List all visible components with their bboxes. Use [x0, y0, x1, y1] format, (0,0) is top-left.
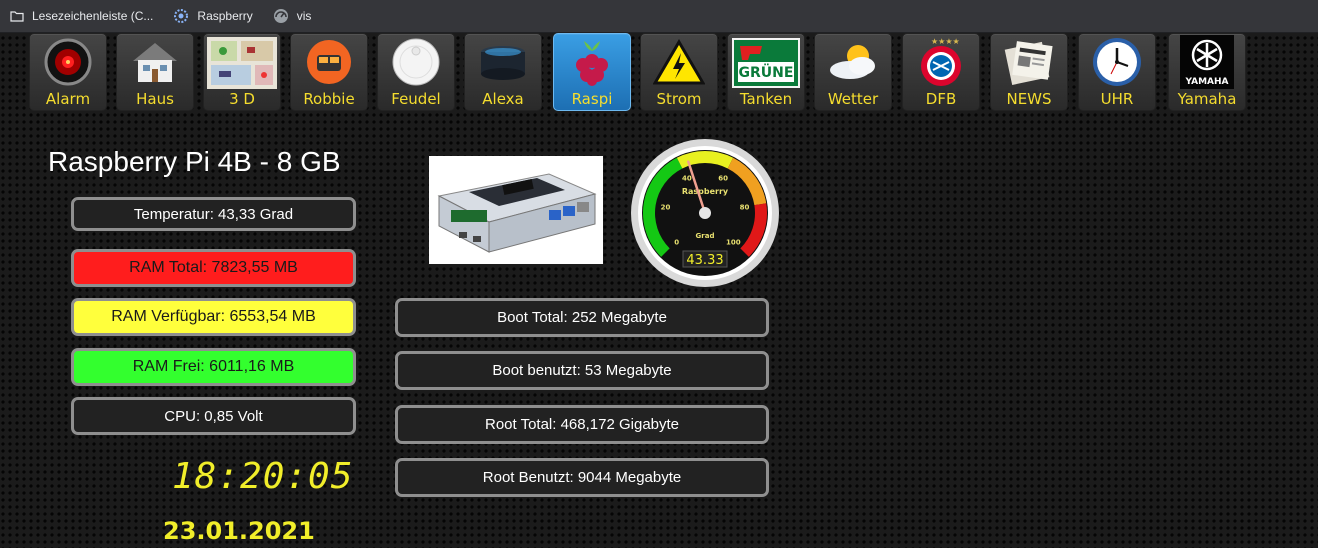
bookmark-label: Lesezeichenleiste (C...: [32, 9, 154, 23]
bookmark-label: Raspberry: [197, 9, 253, 23]
folder-icon: [10, 10, 24, 22]
gear-icon: [173, 8, 189, 24]
root-used-box: Root Benutzt: 9044 Megabyte: [395, 458, 769, 497]
fc-bayern-icon: ★★★★: [914, 37, 968, 87]
gauge-tick-label: 80: [740, 204, 750, 212]
nav-feudel-button[interactable]: Feudel: [377, 33, 455, 111]
root-total-box: Root Total: 468,172 Gigabyte: [395, 405, 769, 444]
nav-3d-button[interactable]: 3 D: [203, 33, 281, 111]
boot-total-box: Boot Total: 252 Megabyte: [395, 298, 769, 337]
nav-uhr-button[interactable]: UHR: [1078, 33, 1156, 111]
ram-available-box: RAM Verfügbar: 6553,54 MB: [71, 298, 356, 336]
warning-bolt-icon: [652, 37, 706, 87]
gauge-tick-label: 60: [718, 174, 728, 182]
nav-label: 3 D: [229, 90, 255, 108]
vis-icon: [273, 8, 289, 24]
nav-label: Yamaha: [1177, 90, 1237, 108]
nav-label: Robbie: [303, 90, 355, 108]
svg-text:★★★★: ★★★★: [931, 37, 960, 46]
nav-alexa-button[interactable]: Alexa: [464, 33, 542, 111]
digital-clock: 18:20:05: [172, 456, 354, 497]
nav-yamaha-button[interactable]: YAMAHA Yamaha: [1168, 33, 1246, 111]
weather-icon: [826, 37, 880, 87]
gauge-unit: Grad: [696, 232, 715, 240]
ram-total-box: RAM Total: 7823,55 MB: [71, 249, 356, 287]
gauge-tick-label: 20: [661, 204, 671, 212]
temperature-gauge: 0 20 40 60 80 100 Raspberry Grad 43.33: [629, 137, 781, 289]
nav-robbie-button[interactable]: Robbie: [290, 33, 368, 111]
nav-label: Alexa: [482, 90, 524, 108]
bookmark-label: vis: [296, 9, 312, 23]
bookmark-vis[interactable]: vis: [273, 4, 312, 28]
nav-strom-button[interactable]: Strom: [640, 33, 718, 111]
gauge-tick-label: 0: [674, 238, 679, 246]
nav-tanken-button[interactable]: GRÜNE Tanken: [727, 33, 805, 111]
bookmark-raspberry[interactable]: Raspberry: [173, 4, 253, 28]
temperature-box: Temperatur: 43,33 Grad: [71, 197, 356, 231]
nav-label: UHR: [1100, 90, 1134, 108]
nav-raspi-button[interactable]: Raspi: [553, 33, 631, 111]
gas-station-icon: GRÜNE: [732, 38, 800, 88]
nav-label: Strom: [656, 90, 702, 108]
cpu-voltage-box: CPU: 0,85 Volt: [71, 397, 356, 435]
nav-label: Wetter: [827, 90, 879, 108]
nav-wetter-button[interactable]: Wetter: [814, 33, 892, 111]
bookmarks-bar: Lesezeichenleiste (C... Raspberry vis: [0, 0, 1318, 33]
vacuum-icon: [389, 37, 443, 87]
nav-label: Tanken: [739, 90, 793, 108]
current-date: 23.01.2021: [163, 517, 315, 545]
nav-label: Raspi: [571, 90, 613, 108]
newspaper-icon: [1002, 37, 1056, 87]
nav-label: Haus: [136, 90, 174, 108]
hal-eye-icon: [41, 37, 95, 87]
yamaha-logo-text: YAMAHA: [1184, 77, 1228, 87]
boot-used-box: Boot benutzt: 53 Megabyte: [395, 351, 769, 390]
nav-label: Feudel: [391, 90, 441, 108]
nav-alarm-button[interactable]: Alarm: [29, 33, 107, 111]
gauge-tick-label: 100: [726, 238, 741, 246]
floorplan-icon: [206, 36, 278, 90]
nav-label: NEWS: [1006, 90, 1052, 108]
tanken-sign-text: GRÜNE: [739, 63, 794, 81]
gauge-hub: [699, 207, 711, 219]
nav-label: Alarm: [45, 90, 91, 108]
house-icon: [128, 37, 182, 87]
nav-haus-button[interactable]: Haus: [116, 33, 194, 111]
gauge-readout: 43.33: [686, 253, 723, 268]
robot-icon: [302, 37, 356, 87]
raspberry-icon: [565, 37, 619, 87]
ram-free-box: RAM Frei: 6011,16 MB: [71, 348, 356, 386]
gauge-title: Raspberry: [682, 187, 729, 196]
echo-icon: [476, 37, 530, 87]
yamaha-icon: YAMAHA: [1180, 35, 1234, 89]
nav-label: DFB: [925, 90, 957, 108]
nav-news-button[interactable]: NEWS: [990, 33, 1068, 111]
page-title: Raspberry Pi 4B - 8 GB: [48, 146, 341, 177]
gauge-tick-label: 40: [682, 174, 692, 182]
nav-dfb-button[interactable]: ★★★★ DFB: [902, 33, 980, 111]
clock-icon: [1090, 37, 1144, 87]
bookmark-folder[interactable]: Lesezeichenleiste (C...: [10, 4, 153, 28]
raspberry-pi-case-image: [429, 156, 603, 264]
